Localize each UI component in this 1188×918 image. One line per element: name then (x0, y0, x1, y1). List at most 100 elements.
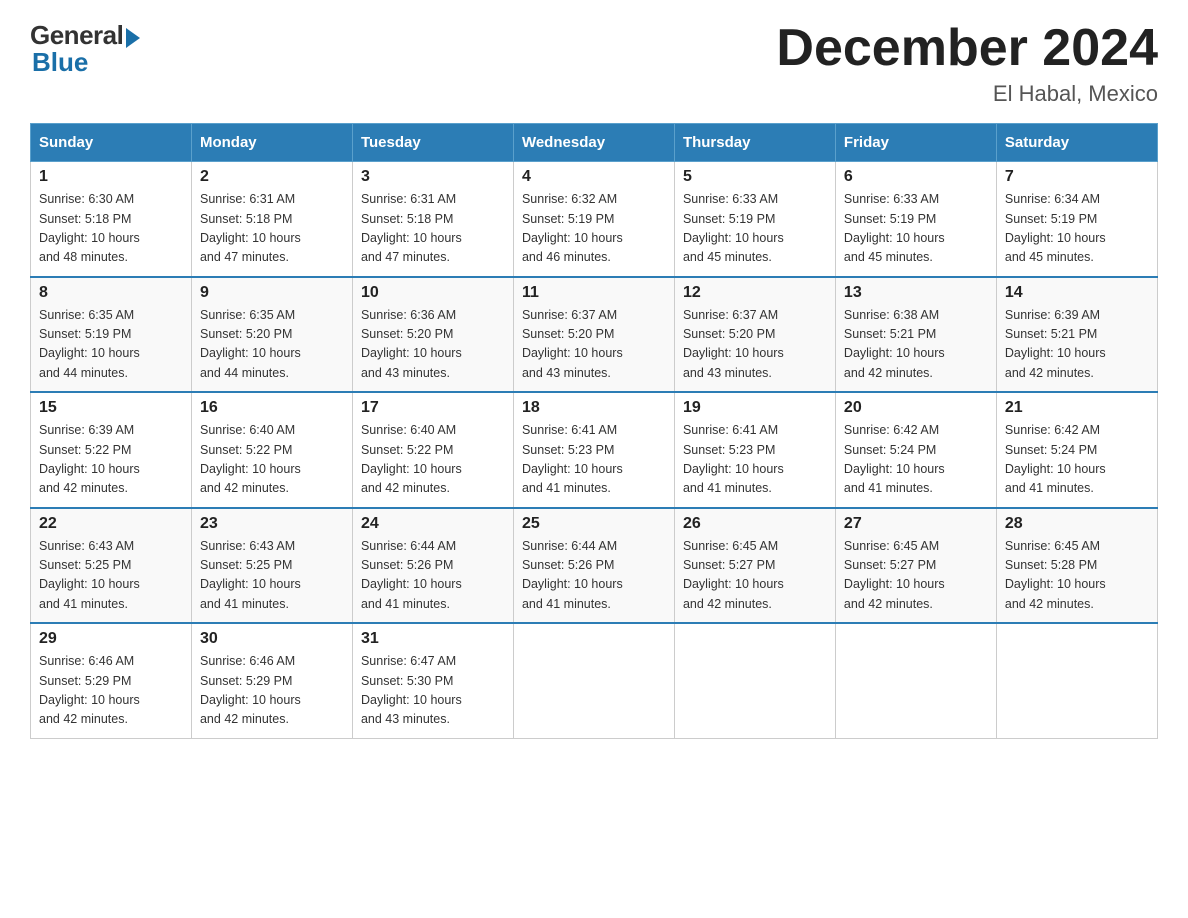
calendar-cell: 12Sunrise: 6:37 AMSunset: 5:20 PMDayligh… (674, 277, 835, 393)
day-info: Sunrise: 6:45 AMSunset: 5:27 PMDaylight:… (683, 537, 827, 615)
calendar-cell: 2 Sunrise: 6:31 AMSunset: 5:18 PMDaylight… (191, 162, 352, 277)
day-info: Sunrise: 6:44 AMSunset: 5:26 PMDaylight:… (522, 537, 666, 615)
day-number: 11 (522, 284, 666, 302)
calendar-cell: 26 Sunrise: 6:45 AMSunset: 5:27 PMDayligh… (674, 508, 835, 624)
calendar-cell: 16 Sunrise: 6:40 AMSunset: 5:22 PMDayligh… (191, 392, 352, 508)
logo-blue-text: Blue (32, 47, 88, 78)
day-info: Sunrise: 6:46 AMSunset: 5:29 PMDaylight:… (39, 652, 183, 730)
day-info: Sunrise: 6:31 AMSunset: 5:18 PMDaylight:… (200, 190, 344, 268)
day-number: 26 (683, 515, 827, 533)
day-info: Sunrise: 6:33 AMSunset: 5:19 PMDaylight:… (844, 190, 988, 268)
calendar-cell: 20 Sunrise: 6:42 AMSunset: 5:24 PMDayligh… (835, 392, 996, 508)
calendar-cell: 31 Sunrise: 6:47 AMSunset: 5:30 PMDayligh… (352, 623, 513, 738)
day-info: Sunrise: 6:41 AMSunset: 5:23 PMDaylight:… (683, 421, 827, 499)
calendar-cell: 10Sunrise: 6:36 AMSunset: 5:20 PMDayligh… (352, 277, 513, 393)
calendar-cell: 22Sunrise: 6:43 AMSunset: 5:25 PMDayligh… (31, 508, 192, 624)
calendar-cell: 13Sunrise: 6:38 AMSunset: 5:21 PMDayligh… (835, 277, 996, 393)
day-info: Sunrise: 6:42 AMSunset: 5:24 PMDaylight:… (844, 421, 988, 499)
logo: General Blue (30, 20, 140, 78)
calendar-cell: 14Sunrise: 6:39 AMSunset: 5:21 PMDayligh… (996, 277, 1157, 393)
header-friday: Friday (835, 124, 996, 162)
calendar-table: Sunday Monday Tuesday Wednesday Thursday… (30, 123, 1158, 739)
calendar-cell: 7Sunrise: 6:34 AMSunset: 5:19 PMDaylight… (996, 162, 1157, 277)
header-saturday: Saturday (996, 124, 1157, 162)
day-number: 1 (39, 168, 183, 186)
calendar-cell (513, 623, 674, 738)
calendar-cell: 5Sunrise: 6:33 AMSunset: 5:19 PMDaylight… (674, 162, 835, 277)
header-thursday: Thursday (674, 124, 835, 162)
calendar-week-row-5: 29 Sunrise: 6:46 AMSunset: 5:29 PMDayligh… (31, 623, 1158, 738)
day-info: Sunrise: 6:47 AMSunset: 5:30 PMDaylight:… (361, 652, 505, 730)
day-number: 31 (361, 630, 505, 648)
calendar-week-row-2: 8Sunrise: 6:35 AMSunset: 5:19 PMDaylight… (31, 277, 1158, 393)
logo-arrow-icon (126, 28, 140, 48)
calendar-cell: 27Sunrise: 6:45 AMSunset: 5:27 PMDayligh… (835, 508, 996, 624)
calendar-cell: 11Sunrise: 6:37 AMSunset: 5:20 PMDayligh… (513, 277, 674, 393)
day-number: 28 (1005, 515, 1149, 533)
calendar-cell: 21 Sunrise: 6:42 AMSunset: 5:24 PMDayligh… (996, 392, 1157, 508)
day-info: Sunrise: 6:44 AMSunset: 5:26 PMDaylight:… (361, 537, 505, 615)
header-monday: Monday (191, 124, 352, 162)
day-number: 29 (39, 630, 183, 648)
day-number: 16 (200, 399, 344, 417)
day-info: Sunrise: 6:41 AMSunset: 5:23 PMDaylight:… (522, 421, 666, 499)
calendar-cell: 23Sunrise: 6:43 AMSunset: 5:25 PMDayligh… (191, 508, 352, 624)
day-number: 18 (522, 399, 666, 417)
day-number: 9 (200, 284, 344, 302)
calendar-week-row-1: 1 Sunrise: 6:30 AMSunset: 5:18 PMDaylight… (31, 162, 1158, 277)
day-info: Sunrise: 6:32 AMSunset: 5:19 PMDaylight:… (522, 190, 666, 268)
day-number: 13 (844, 284, 988, 302)
calendar-cell (835, 623, 996, 738)
day-number: 2 (200, 168, 344, 186)
calendar-cell: 17Sunrise: 6:40 AMSunset: 5:22 PMDayligh… (352, 392, 513, 508)
day-info: Sunrise: 6:34 AMSunset: 5:19 PMDaylight:… (1005, 190, 1149, 268)
day-number: 22 (39, 515, 183, 533)
day-number: 17 (361, 399, 505, 417)
day-number: 5 (683, 168, 827, 186)
calendar-week-row-3: 15 Sunrise: 6:39 AMSunset: 5:22 PMDayligh… (31, 392, 1158, 508)
calendar-cell: 4 Sunrise: 6:32 AMSunset: 5:19 PMDaylight… (513, 162, 674, 277)
day-number: 21 (1005, 399, 1149, 417)
day-info: Sunrise: 6:43 AMSunset: 5:25 PMDaylight:… (200, 537, 344, 615)
calendar-cell: 6 Sunrise: 6:33 AMSunset: 5:19 PMDaylight… (835, 162, 996, 277)
weekday-header-row: Sunday Monday Tuesday Wednesday Thursday… (31, 124, 1158, 162)
day-info: Sunrise: 6:40 AMSunset: 5:22 PMDaylight:… (200, 421, 344, 499)
calendar-title: December 2024 (776, 20, 1158, 77)
header: General Blue December 2024 El Habal, Mex… (30, 20, 1158, 107)
day-info: Sunrise: 6:30 AMSunset: 5:18 PMDaylight:… (39, 190, 183, 268)
header-tuesday: Tuesday (352, 124, 513, 162)
day-info: Sunrise: 6:39 AMSunset: 5:22 PMDaylight:… (39, 421, 183, 499)
day-number: 3 (361, 168, 505, 186)
day-number: 20 (844, 399, 988, 417)
day-info: Sunrise: 6:45 AMSunset: 5:28 PMDaylight:… (1005, 537, 1149, 615)
calendar-cell (674, 623, 835, 738)
day-number: 8 (39, 284, 183, 302)
day-number: 30 (200, 630, 344, 648)
day-number: 10 (361, 284, 505, 302)
calendar-cell: 19 Sunrise: 6:41 AMSunset: 5:23 PMDayligh… (674, 392, 835, 508)
day-number: 6 (844, 168, 988, 186)
day-number: 19 (683, 399, 827, 417)
day-info: Sunrise: 6:45 AMSunset: 5:27 PMDaylight:… (844, 537, 988, 615)
calendar-subtitle: El Habal, Mexico (776, 81, 1158, 107)
day-number: 25 (522, 515, 666, 533)
calendar-cell: 15 Sunrise: 6:39 AMSunset: 5:22 PMDayligh… (31, 392, 192, 508)
day-number: 12 (683, 284, 827, 302)
day-number: 4 (522, 168, 666, 186)
day-info: Sunrise: 6:31 AMSunset: 5:18 PMDaylight:… (361, 190, 505, 268)
header-sunday: Sunday (31, 124, 192, 162)
calendar-cell (996, 623, 1157, 738)
calendar-cell: 8Sunrise: 6:35 AMSunset: 5:19 PMDaylight… (31, 277, 192, 393)
calendar-cell: 9Sunrise: 6:35 AMSunset: 5:20 PMDaylight… (191, 277, 352, 393)
calendar-cell: 25 Sunrise: 6:44 AMSunset: 5:26 PMDayligh… (513, 508, 674, 624)
page: General Blue December 2024 El Habal, Mex… (0, 0, 1188, 769)
day-info: Sunrise: 6:42 AMSunset: 5:24 PMDaylight:… (1005, 421, 1149, 499)
calendar-cell: 18 Sunrise: 6:41 AMSunset: 5:23 PMDayligh… (513, 392, 674, 508)
calendar-week-row-4: 22 Sunrise: 6:43 AMSunset: 5:25 PMDayligh… (31, 508, 1158, 624)
calendar-cell: 28 Sunrise: 6:45 AMSunset: 5:28 PMDayligh… (996, 508, 1157, 624)
day-number: 15 (39, 399, 183, 417)
calendar-cell: 29 Sunrise: 6:46 AMSunset: 5:29 PMDayligh… (31, 623, 192, 738)
header-wednesday: Wednesday (513, 124, 674, 162)
day-info: Sunrise: 6:46 AMSunset: 5:29 PMDaylight:… (200, 652, 344, 730)
day-info: Sunrise: 6:39 AMSunset: 5:21 PMDaylight:… (1005, 306, 1149, 384)
